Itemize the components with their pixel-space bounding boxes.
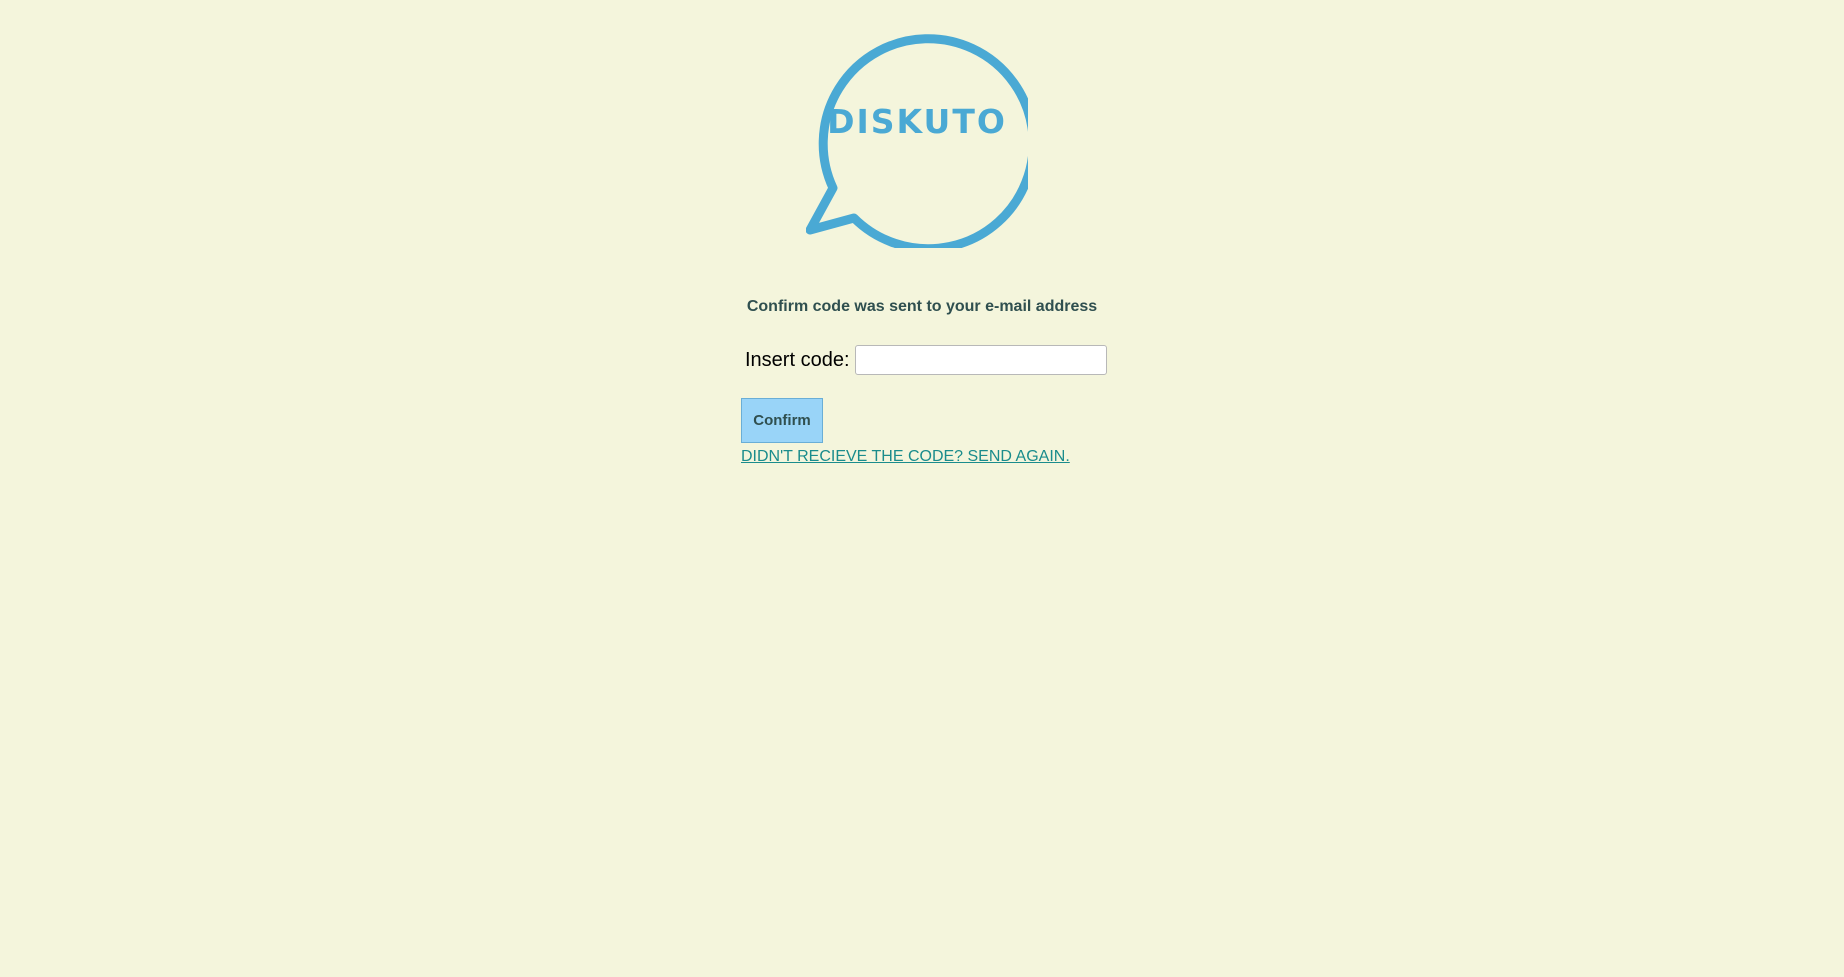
diskuto-logo: DISKUTO — [806, 26, 1028, 248]
logo-text: DISKUTO — [827, 102, 1007, 141]
code-input[interactable] — [854, 345, 1107, 375]
resend-code-link[interactable]: DIDN'T RECIEVE THE CODE? SEND AGAIN. — [741, 448, 1070, 466]
code-label: Insert code: — [745, 348, 850, 371]
confirm-button[interactable]: Confirm — [741, 398, 823, 443]
confirm-message: Confirm code was sent to your e-mail add… — [746, 298, 1098, 315]
code-row: Insert code: — [745, 343, 1107, 377]
